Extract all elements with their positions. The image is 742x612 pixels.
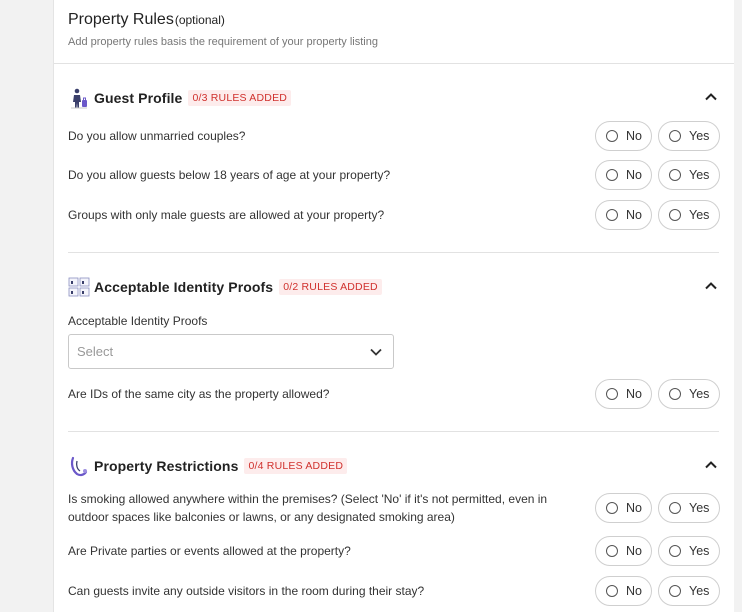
no-option-button[interactable]: No [595,536,652,566]
radio-icon [669,209,681,221]
radio-icon [606,388,618,400]
section-header-guest-profile[interactable]: Guest Profile 0/3 RULES ADDED [68,86,292,110]
yes-label: Yes [689,544,710,558]
rules-added-badge: 0/4 RULES ADDED [244,458,348,474]
yes-option-button[interactable]: Yes [658,536,720,566]
question-male-groups: Groups with only male guests are allowed… [68,208,385,222]
radio-icon [669,130,681,142]
select-placeholder: Select [77,344,114,359]
yes-option-button[interactable]: Yes [658,576,720,606]
property-rules-card: Property Rules(optional) Add property ru… [53,0,734,612]
identity-proofs-label: Acceptable Identity Proofs [68,314,208,328]
section-title: Guest Profile [94,90,183,106]
section-title: Property Restrictions [94,458,239,474]
yes-option-button[interactable]: Yes [658,121,720,151]
question-unmarried-couples: Do you allow unmarried couples? [68,129,246,143]
no-option-button[interactable]: No [595,160,652,190]
question-same-city-ids: Are IDs of the same city as the property… [68,387,330,401]
chevron-up-icon[interactable] [703,457,719,473]
no-option-button[interactable]: No [595,379,652,409]
yes-label: Yes [689,129,710,143]
question-smoking: Is smoking allowed anywhere within the p… [68,492,548,524]
yes-label: Yes [689,584,710,598]
section-title: Acceptable Identity Proofs [94,279,274,295]
section-divider [68,431,719,432]
radio-icon [606,585,618,597]
no-label: No [626,208,642,222]
radio-icon [669,545,681,557]
section-header-identity-proofs[interactable]: Acceptable Identity Proofs 0/2 RULES ADD… [68,275,382,299]
page-title-text: Property Rules [68,11,174,28]
question-private-parties: Are Private parties or events allowed at… [68,544,351,558]
radio-icon [606,502,618,514]
rules-added-badge: 0/2 RULES ADDED [279,279,382,295]
chevron-down-icon [370,348,382,356]
rules-added-badge: 0/3 RULES ADDED [188,90,292,106]
yes-option-button[interactable]: Yes [658,200,720,230]
id-cards-icon [68,277,90,297]
guest-profile-icon [71,88,87,109]
yes-option-button[interactable]: Yes [658,493,720,523]
radio-icon [669,585,681,597]
chevron-up-icon[interactable] [703,89,719,105]
radio-icon [669,169,681,181]
no-label: No [626,501,642,515]
section-divider [68,252,719,253]
yes-label: Yes [689,168,710,182]
no-label: No [626,387,642,401]
yes-label: Yes [689,387,710,401]
no-label: No [626,168,642,182]
no-option-button[interactable]: No [595,121,652,151]
radio-icon [606,545,618,557]
radio-icon [606,130,618,142]
no-label: No [626,584,642,598]
header-divider [54,63,734,64]
yes-label: Yes [689,208,710,222]
yes-option-button[interactable]: Yes [658,379,720,409]
radio-icon [606,209,618,221]
yes-label: Yes [689,501,710,515]
identity-proofs-select[interactable]: Select [68,334,394,369]
page-subtitle: Add property rules basis the requirement… [68,36,378,48]
property-rules-header: Property Rules(optional) Add property ru… [68,10,378,48]
radio-icon [606,169,618,181]
question-guests-below-18: Do you allow guests below 18 years of ag… [68,168,391,182]
property-restrictions-icon [70,456,88,477]
no-option-button[interactable]: No [595,576,652,606]
yes-option-button[interactable]: Yes [658,160,720,190]
no-label: No [626,129,642,143]
radio-icon [669,502,681,514]
optional-label: (optional) [174,13,225,27]
chevron-up-icon[interactable] [703,278,719,294]
question-outside-visitors: Can guests invite any outside visitors i… [68,584,425,598]
no-option-button[interactable]: No [595,200,652,230]
page-title: Property Rules(optional) [68,10,378,30]
section-header-property-restrictions[interactable]: Property Restrictions 0/4 RULES ADDED [68,454,348,478]
no-label: No [626,544,642,558]
radio-icon [669,388,681,400]
no-option-button[interactable]: No [595,493,652,523]
